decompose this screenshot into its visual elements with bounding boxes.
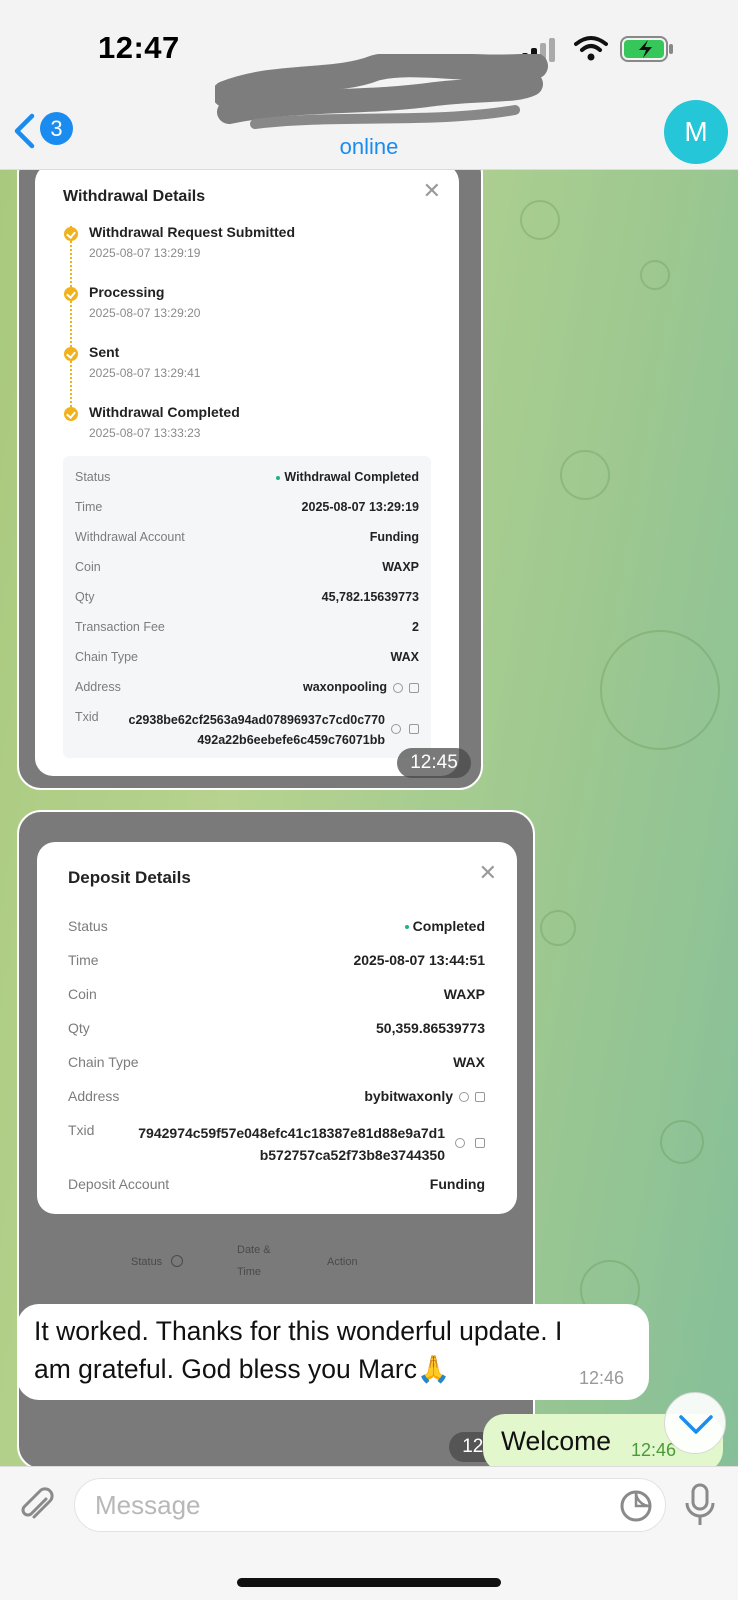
- step-title: Processing: [89, 284, 165, 300]
- step-check-icon: [64, 227, 78, 241]
- message-text-line-1: It worked. Thanks for this wonderful upd…: [34, 1316, 563, 1346]
- step-connector: [70, 226, 72, 410]
- step-title: Withdrawal Request Submitted: [89, 224, 296, 240]
- detail-value: Funding: [429, 1176, 485, 1192]
- battery-icon: [620, 36, 673, 62]
- close-icon: ✕: [478, 860, 497, 885]
- detail-label: Time: [68, 952, 99, 968]
- detail-label: Coin: [75, 560, 101, 574]
- detail-value: c2938be62cf2563a94ad07896937c7cd0c770 49…: [129, 710, 385, 750]
- contact-status: online: [339, 134, 399, 159]
- table-header-time: Time: [237, 1266, 262, 1278]
- step-time: 2025-08-07 13:29:41: [89, 366, 201, 380]
- detail-label: Deposit Account: [68, 1176, 170, 1192]
- address-value: waxonpooling: [302, 680, 387, 694]
- scroll-to-bottom-button[interactable]: [664, 1392, 726, 1454]
- txid-line-1: 7942974c59f57e048efc41c18387e81d88e9a7d1: [138, 1125, 445, 1141]
- step-time: 2025-08-07 13:29:20: [89, 306, 201, 320]
- info-icon: [171, 1255, 183, 1267]
- contact-avatar[interactable]: M: [664, 100, 728, 164]
- detail-label: Time: [75, 500, 103, 514]
- deposit-details-card: Deposit Details ✕ Status Completed Time …: [37, 842, 517, 1214]
- txid-line-2: 492a22b6eebefe6c459c76071bb: [197, 733, 385, 747]
- close-icon: ✕: [422, 178, 441, 203]
- chat-background: Withdrawal Details ✕ Withdrawal Request …: [0, 170, 738, 1466]
- status-value: Completed: [412, 918, 485, 934]
- table-header-status: Status: [131, 1256, 163, 1268]
- step-title: Sent: [89, 344, 120, 360]
- detail-label: Qty: [75, 590, 95, 604]
- step-time: 2025-08-07 13:33:23: [89, 426, 201, 440]
- txid-line-1: c2938be62cf2563a94ad07896937c7cd0c770: [128, 713, 385, 727]
- detail-value: Completed: [404, 918, 485, 934]
- detail-value: 7942974c59f57e048efc41c18387e81d88e9a7d1…: [138, 1122, 445, 1166]
- detail-value: WAX: [453, 1054, 485, 1070]
- incoming-message[interactable]: It worked. Thanks for this wonderful upd…: [17, 1304, 649, 1400]
- step-check-icon: [64, 407, 78, 421]
- chevron-down-icon: [679, 1415, 713, 1434]
- paperclip-icon[interactable]: [16, 1485, 56, 1525]
- withdrawal-title: Withdrawal Details: [63, 188, 206, 205]
- detail-label: Chain Type: [68, 1054, 139, 1070]
- detail-value: 2025-08-07 13:29:19: [301, 500, 419, 514]
- copy-icon: [409, 682, 419, 693]
- message-input[interactable]: [95, 1487, 575, 1523]
- detail-value: bybitwaxonly: [364, 1088, 485, 1104]
- image-message-withdrawal[interactable]: Withdrawal Details ✕ Withdrawal Request …: [17, 170, 483, 790]
- copy-icon: [475, 1138, 485, 1148]
- step-check-icon: [64, 287, 78, 301]
- message-time: 12:46: [579, 1368, 625, 1388]
- detail-value: 50,359.86539773: [376, 1020, 485, 1036]
- status-value: Withdrawal Completed: [284, 470, 419, 484]
- detail-label: Txid: [68, 1122, 95, 1138]
- redacted-contact-name: [215, 54, 548, 129]
- step-time: 2025-08-07 13:29:19: [89, 246, 201, 260]
- link-icon: [393, 682, 403, 693]
- detail-label: Transaction Fee: [75, 620, 165, 634]
- detail-value: Funding: [369, 530, 419, 544]
- table-header-date: Date &: [237, 1244, 271, 1256]
- message-time: 12:45: [397, 748, 471, 778]
- detail-value: 45,782.15639773: [321, 590, 419, 604]
- wifi-icon: [574, 36, 608, 61]
- detail-value: 2: [412, 620, 419, 634]
- table-header-action: Action: [327, 1256, 358, 1268]
- detail-label: Address: [75, 680, 121, 694]
- step-title: Withdrawal Completed: [89, 404, 240, 420]
- status-time: 12:47: [98, 30, 180, 65]
- link-icon: [455, 1138, 465, 1148]
- address-value: bybitwaxonly: [364, 1088, 453, 1104]
- detail-label: Coin: [68, 986, 97, 1002]
- deposit-title: Deposit Details: [68, 868, 191, 887]
- detail-value: waxonpooling: [303, 680, 419, 694]
- microphone-icon[interactable]: [684, 1483, 716, 1527]
- detail-value: WAX: [390, 650, 419, 664]
- detail-value: Withdrawal Completed: [276, 470, 419, 484]
- detail-label: Status: [68, 918, 108, 934]
- home-indicator: [237, 1578, 501, 1587]
- txid-line-2: b572757ca52f73b8e3744350: [259, 1147, 445, 1163]
- detail-value: WAXP: [382, 560, 419, 574]
- withdrawal-detail-table: Status Withdrawal Completed Time 2025-08…: [63, 456, 431, 758]
- copy-icon: [475, 1092, 485, 1103]
- copy-icon: [409, 724, 419, 734]
- message-field[interactable]: [74, 1478, 666, 1532]
- sticker-icon[interactable]: [619, 1489, 653, 1523]
- detail-value: 2025-08-07 13:44:51: [353, 952, 485, 968]
- detail-label: Qty: [68, 1020, 90, 1036]
- detail-value: WAXP: [443, 986, 485, 1002]
- detail-label: Chain Type: [75, 650, 139, 664]
- link-icon: [459, 1092, 469, 1103]
- detail-label: Txid: [75, 710, 99, 724]
- link-icon: [391, 724, 401, 734]
- message-text: Welcome: [501, 1426, 611, 1456]
- message-text-line-2: am grateful. God bless you Marc🙏: [34, 1354, 450, 1384]
- detail-label: Address: [68, 1088, 120, 1104]
- withdrawal-details-card: Withdrawal Details ✕ Withdrawal Request …: [35, 170, 459, 776]
- detail-label: Status: [75, 470, 111, 484]
- step-check-icon: [64, 347, 78, 361]
- detail-label: Withdrawal Account: [75, 530, 185, 544]
